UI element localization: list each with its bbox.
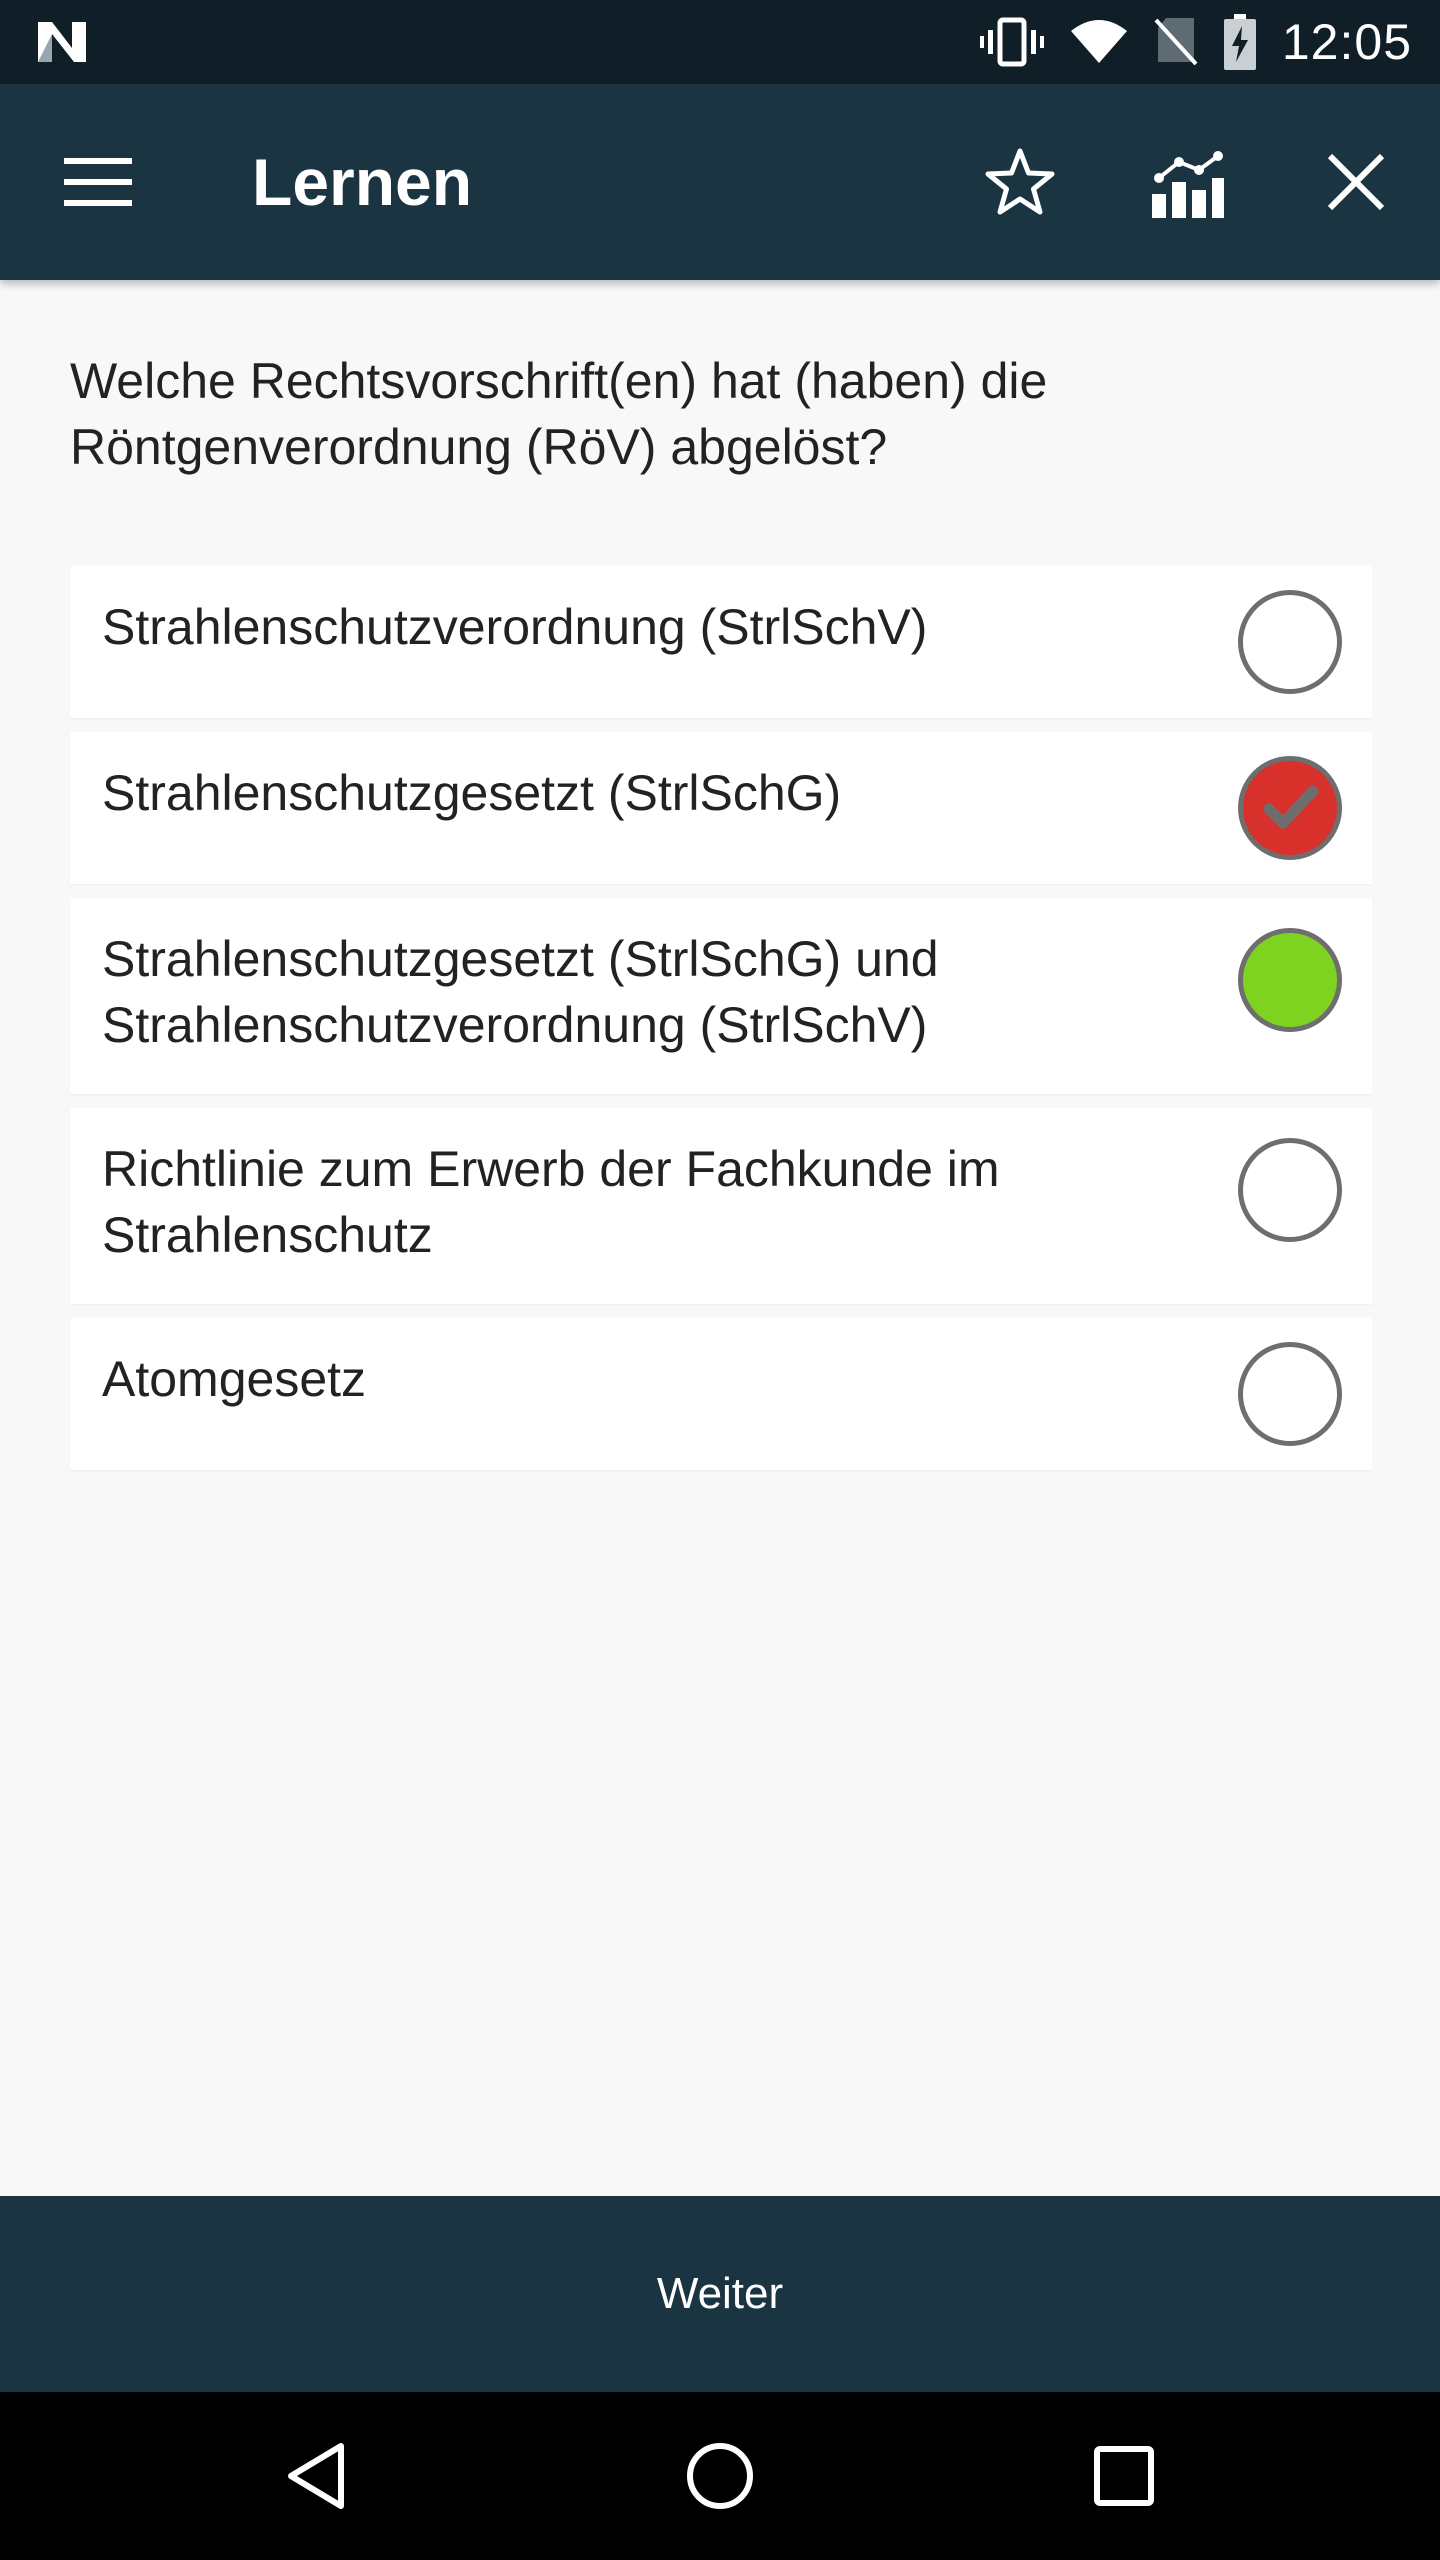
no-sim-icon bbox=[1154, 18, 1198, 66]
answer-radio[interactable] bbox=[1238, 1342, 1342, 1446]
statistics-button[interactable] bbox=[1140, 134, 1236, 230]
answer-label: Richtlinie zum Erwerb der Fachkunde im S… bbox=[102, 1141, 1000, 1263]
answer-radio[interactable] bbox=[1238, 590, 1342, 694]
vibrate-icon bbox=[979, 17, 1044, 67]
answer-option-3[interactable]: Strahlenschutzgesetzt (StrlSchG) und Str… bbox=[70, 898, 1372, 1094]
answer-radio-correct[interactable] bbox=[1238, 928, 1342, 1032]
answer-option-5[interactable]: Atomgesetz bbox=[70, 1318, 1372, 1470]
answer-radio[interactable] bbox=[1238, 1138, 1342, 1242]
back-icon bbox=[288, 2443, 344, 2509]
answer-label: Atomgesetz bbox=[102, 1351, 367, 1407]
menu-button[interactable] bbox=[50, 144, 146, 220]
question-text: Welche Rechtsvorschrift(en) hat (haben) … bbox=[70, 353, 1048, 475]
answer-option-2[interactable]: Strahlenschutzgesetzt (StrlSchG) bbox=[70, 732, 1372, 884]
wifi-icon bbox=[1070, 20, 1127, 63]
star-icon bbox=[985, 148, 1055, 215]
statistics-icon bbox=[1152, 151, 1224, 218]
checkmark-icon bbox=[1263, 785, 1319, 829]
status-time: 12:05 bbox=[1281, 14, 1412, 70]
page-title: Lernen bbox=[252, 145, 473, 219]
close-icon bbox=[1327, 153, 1385, 211]
recents-button[interactable] bbox=[1074, 2426, 1174, 2526]
answer-option-4[interactable]: Richtlinie zum Erwerb der Fachkunde im S… bbox=[70, 1108, 1372, 1304]
answer-radio-wrong[interactable] bbox=[1238, 756, 1342, 860]
answer-list: Strahlenschutzverordnung (StrlSchV) Stra… bbox=[70, 566, 1372, 1484]
answer-label: Strahlenschutzverordnung (StrlSchV) bbox=[102, 599, 928, 655]
status-bar: 12:05 bbox=[0, 0, 1440, 84]
n-logo-icon bbox=[38, 22, 86, 62]
favorite-button[interactable] bbox=[972, 134, 1068, 230]
next-button[interactable]: Weiter bbox=[657, 2269, 783, 2319]
bottom-bar: Weiter bbox=[0, 2196, 1440, 2392]
menu-icon bbox=[64, 158, 132, 206]
close-button[interactable] bbox=[1308, 134, 1404, 230]
answer-label: Strahlenschutzgesetzt (StrlSchG) bbox=[102, 765, 842, 821]
app-bar: Lernen bbox=[0, 84, 1440, 280]
system-nav-bar bbox=[0, 2392, 1440, 2560]
recents-icon bbox=[1094, 2446, 1154, 2506]
home-icon bbox=[687, 2443, 753, 2509]
answer-label: Strahlenschutzgesetzt (StrlSchG) und Str… bbox=[102, 931, 939, 1053]
battery-charging-icon bbox=[1223, 14, 1256, 70]
home-button[interactable] bbox=[670, 2426, 770, 2526]
back-button[interactable] bbox=[266, 2426, 366, 2526]
answer-option-1[interactable]: Strahlenschutzverordnung (StrlSchV) bbox=[70, 566, 1372, 718]
